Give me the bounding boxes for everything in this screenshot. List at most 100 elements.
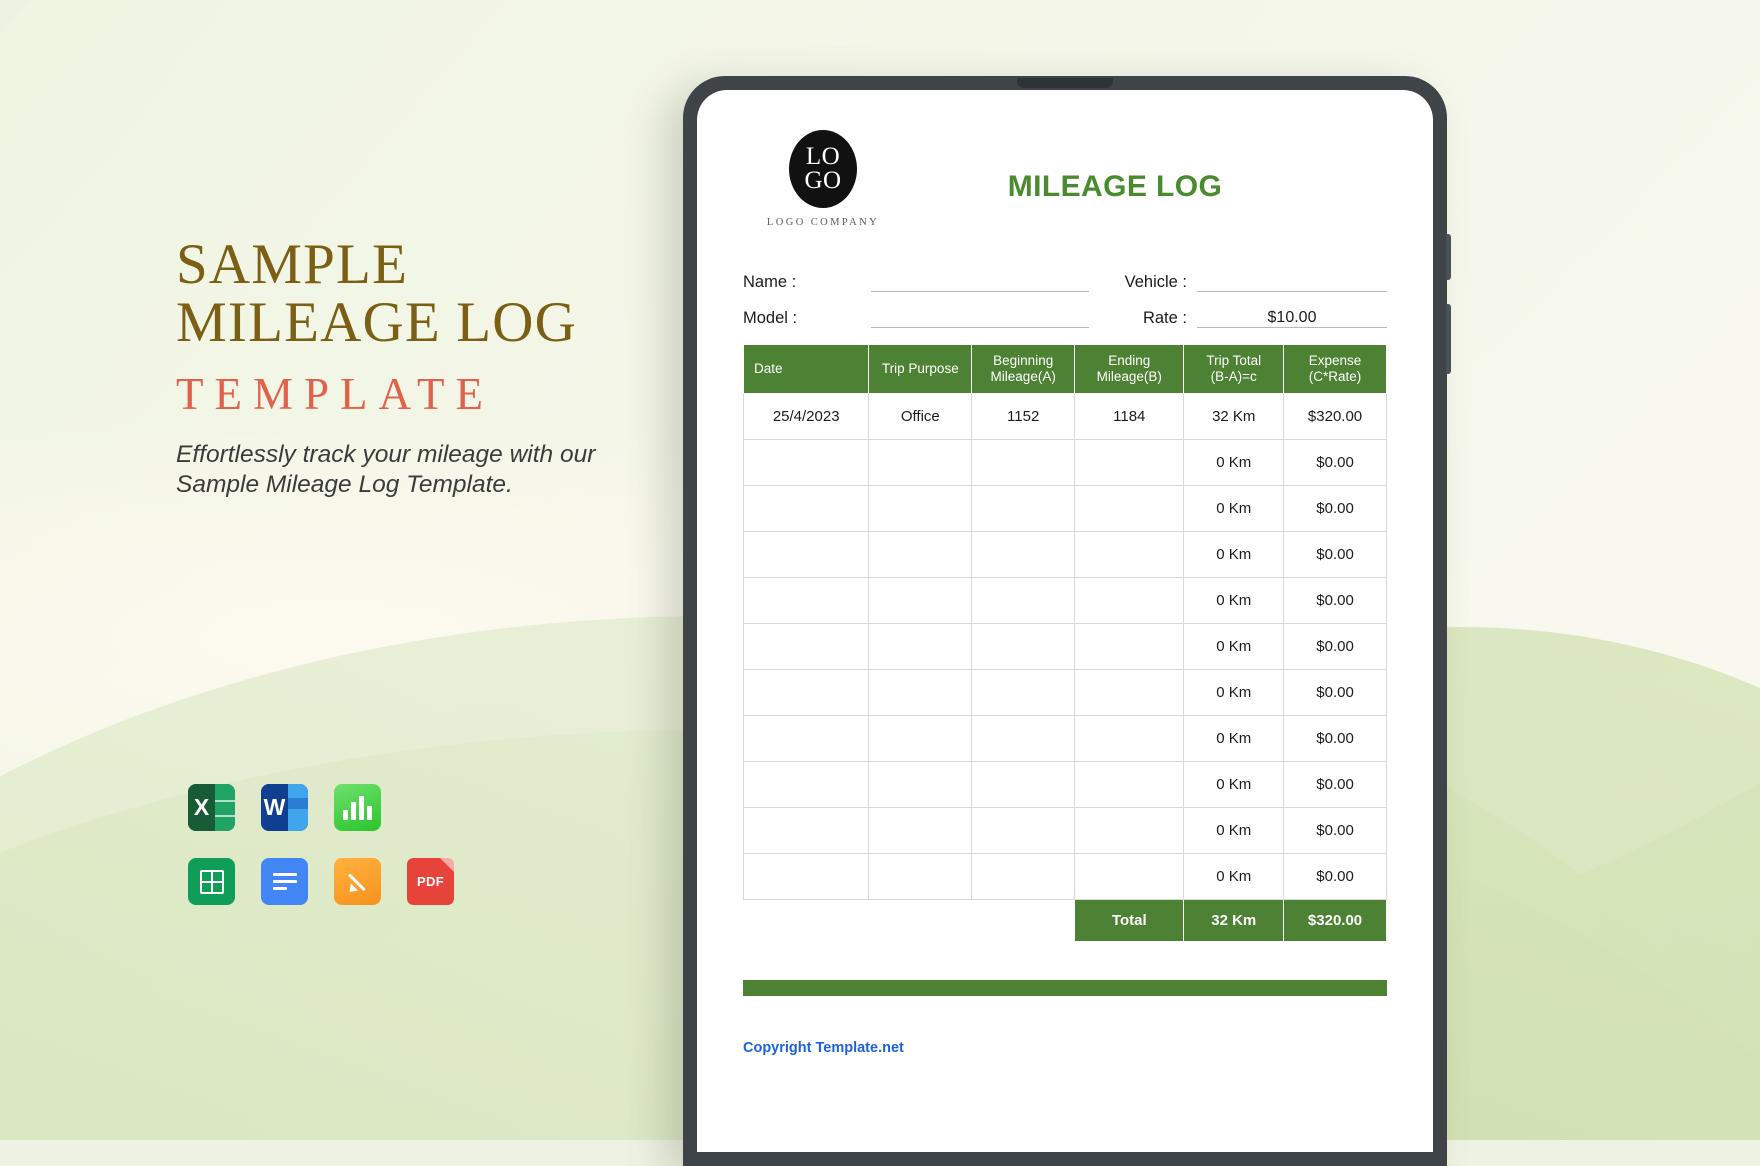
- cell-expense[interactable]: $0.00: [1283, 668, 1387, 716]
- cell-expense[interactable]: $0.00: [1283, 852, 1387, 900]
- phone-volume-button[interactable]: [1446, 234, 1451, 280]
- cell-beginning-mileage[interactable]: [971, 622, 1076, 670]
- cell-expense[interactable]: $0.00: [1283, 438, 1387, 486]
- word-icon[interactable]: W: [261, 784, 308, 831]
- cell-beginning-mileage[interactable]: [971, 760, 1076, 808]
- cell-date[interactable]: [742, 668, 870, 716]
- cell-trip-purpose[interactable]: [868, 576, 973, 624]
- cell-trip-total[interactable]: 0 Km: [1183, 668, 1285, 716]
- excel-icon[interactable]: X: [188, 784, 235, 831]
- cell-date[interactable]: [742, 622, 870, 670]
- cell-expense[interactable]: $320.00: [1283, 392, 1387, 440]
- cell-trip-purpose[interactable]: [868, 530, 973, 578]
- cell-trip-purpose[interactable]: [868, 438, 973, 486]
- model-field[interactable]: Model :: [743, 308, 1089, 328]
- numbers-icon[interactable]: [334, 784, 381, 831]
- cell-trip-total[interactable]: 0 Km: [1183, 622, 1285, 670]
- google-sheets-icon[interactable]: [188, 858, 235, 905]
- cell-beginning-mileage[interactable]: [971, 806, 1076, 854]
- model-input[interactable]: [871, 308, 1089, 328]
- cell-beginning-mileage[interactable]: [971, 530, 1076, 578]
- cell-date[interactable]: [742, 530, 870, 578]
- column-header-beginning-mileage: Beginning Mileage(A): [971, 344, 1076, 394]
- column-header-purpose-line1: Trip Purpose: [881, 360, 959, 376]
- cell-trip-total[interactable]: 32 Km: [1183, 392, 1285, 440]
- cell-expense[interactable]: $0.00: [1283, 622, 1387, 670]
- cell-trip-total[interactable]: 0 Km: [1183, 530, 1285, 578]
- copyright-link[interactable]: Copyright Template.net: [743, 1040, 1387, 1056]
- cell-ending-mileage[interactable]: [1074, 806, 1185, 854]
- rate-field[interactable]: Rate : $10.00: [1123, 308, 1387, 328]
- rate-label: Rate :: [1142, 309, 1187, 327]
- cell-beginning-mileage[interactable]: [971, 484, 1076, 532]
- logo-block: LO GO LOGO COMPANY: [743, 126, 903, 228]
- cell-expense[interactable]: $0.00: [1283, 576, 1387, 624]
- cell-ending-mileage[interactable]: [1074, 484, 1185, 532]
- cell-trip-total[interactable]: 0 Km: [1183, 576, 1285, 624]
- google-docs-icon[interactable]: [261, 858, 308, 905]
- column-header-begin-line2: Mileage(A): [990, 368, 1056, 384]
- cell-trip-purpose[interactable]: [868, 806, 973, 854]
- cell-expense[interactable]: $0.00: [1283, 760, 1387, 808]
- cell-ending-mileage[interactable]: [1074, 714, 1185, 762]
- vehicle-label: Vehicle :: [1124, 273, 1187, 291]
- cell-ending-mileage[interactable]: [1074, 760, 1185, 808]
- logo-icon: LO GO: [789, 130, 857, 208]
- cell-expense[interactable]: $0.00: [1283, 714, 1387, 762]
- table-header-row: Date Trip Purpose Beginning Mileage(A) E…: [742, 344, 1387, 394]
- cell-date[interactable]: [742, 714, 870, 762]
- cell-beginning-mileage[interactable]: 1152: [971, 392, 1076, 440]
- cell-date[interactable]: [742, 760, 870, 808]
- cell-ending-mileage[interactable]: [1074, 668, 1185, 716]
- cell-ending-mileage[interactable]: 1184: [1074, 392, 1185, 440]
- cell-trip-total[interactable]: 0 Km: [1183, 806, 1285, 854]
- tagline: Effortlessly track your mileage with our…: [176, 441, 596, 498]
- cell-date[interactable]: [742, 852, 870, 900]
- column-header-date-line1: Date: [754, 360, 783, 376]
- cell-beginning-mileage[interactable]: [971, 852, 1076, 900]
- cell-trip-total[interactable]: 0 Km: [1183, 484, 1285, 532]
- cell-date[interactable]: 25/4/2023: [742, 392, 870, 440]
- vehicle-input[interactable]: [1197, 272, 1387, 292]
- cell-trip-purpose[interactable]: Office: [868, 392, 973, 440]
- cell-date[interactable]: [742, 576, 870, 624]
- cell-expense[interactable]: $0.00: [1283, 530, 1387, 578]
- cell-trip-total[interactable]: 0 Km: [1183, 852, 1285, 900]
- cell-trip-total[interactable]: 0 Km: [1183, 714, 1285, 762]
- cell-beginning-mileage[interactable]: [971, 438, 1076, 486]
- phone-power-button[interactable]: [1446, 304, 1451, 374]
- pdf-icon[interactable]: PDF: [407, 858, 454, 905]
- cell-trip-purpose[interactable]: [868, 484, 973, 532]
- cell-ending-mileage[interactable]: [1074, 622, 1185, 670]
- phone-notch: [1017, 78, 1113, 88]
- file-format-row-2: PDF: [188, 858, 454, 905]
- rate-input[interactable]: $10.00: [1197, 308, 1387, 328]
- cell-date[interactable]: [742, 438, 870, 486]
- name-input[interactable]: [871, 272, 1089, 292]
- cell-trip-purpose[interactable]: [868, 668, 973, 716]
- cell-expense[interactable]: $0.00: [1283, 484, 1387, 532]
- cell-ending-mileage[interactable]: [1074, 852, 1185, 900]
- cell-trip-purpose[interactable]: [868, 852, 973, 900]
- name-field[interactable]: Name :: [743, 272, 1089, 292]
- cell-trip-total[interactable]: 0 Km: [1183, 760, 1285, 808]
- cell-trip-total[interactable]: 0 Km: [1183, 438, 1285, 486]
- cell-beginning-mileage[interactable]: [971, 714, 1076, 762]
- cell-ending-mileage[interactable]: [1074, 530, 1185, 578]
- cell-expense[interactable]: $0.00: [1283, 806, 1387, 854]
- cell-trip-purpose[interactable]: [868, 622, 973, 670]
- vehicle-field[interactable]: Vehicle :: [1123, 272, 1387, 292]
- cell-beginning-mileage[interactable]: [971, 576, 1076, 624]
- model-label: Model :: [743, 309, 798, 327]
- cell-date[interactable]: [742, 806, 870, 854]
- cell-date[interactable]: [742, 484, 870, 532]
- table-row: 0 Km $0.00: [742, 530, 1387, 578]
- cell-trip-purpose[interactable]: [868, 714, 973, 762]
- cell-ending-mileage[interactable]: [1074, 438, 1185, 486]
- apple-pages-icon[interactable]: [334, 858, 381, 905]
- cell-ending-mileage[interactable]: [1074, 576, 1185, 624]
- table-row: 0 Km $0.00: [742, 576, 1387, 624]
- cell-beginning-mileage[interactable]: [971, 668, 1076, 716]
- total-blank-cell: [869, 899, 972, 941]
- cell-trip-purpose[interactable]: [868, 760, 973, 808]
